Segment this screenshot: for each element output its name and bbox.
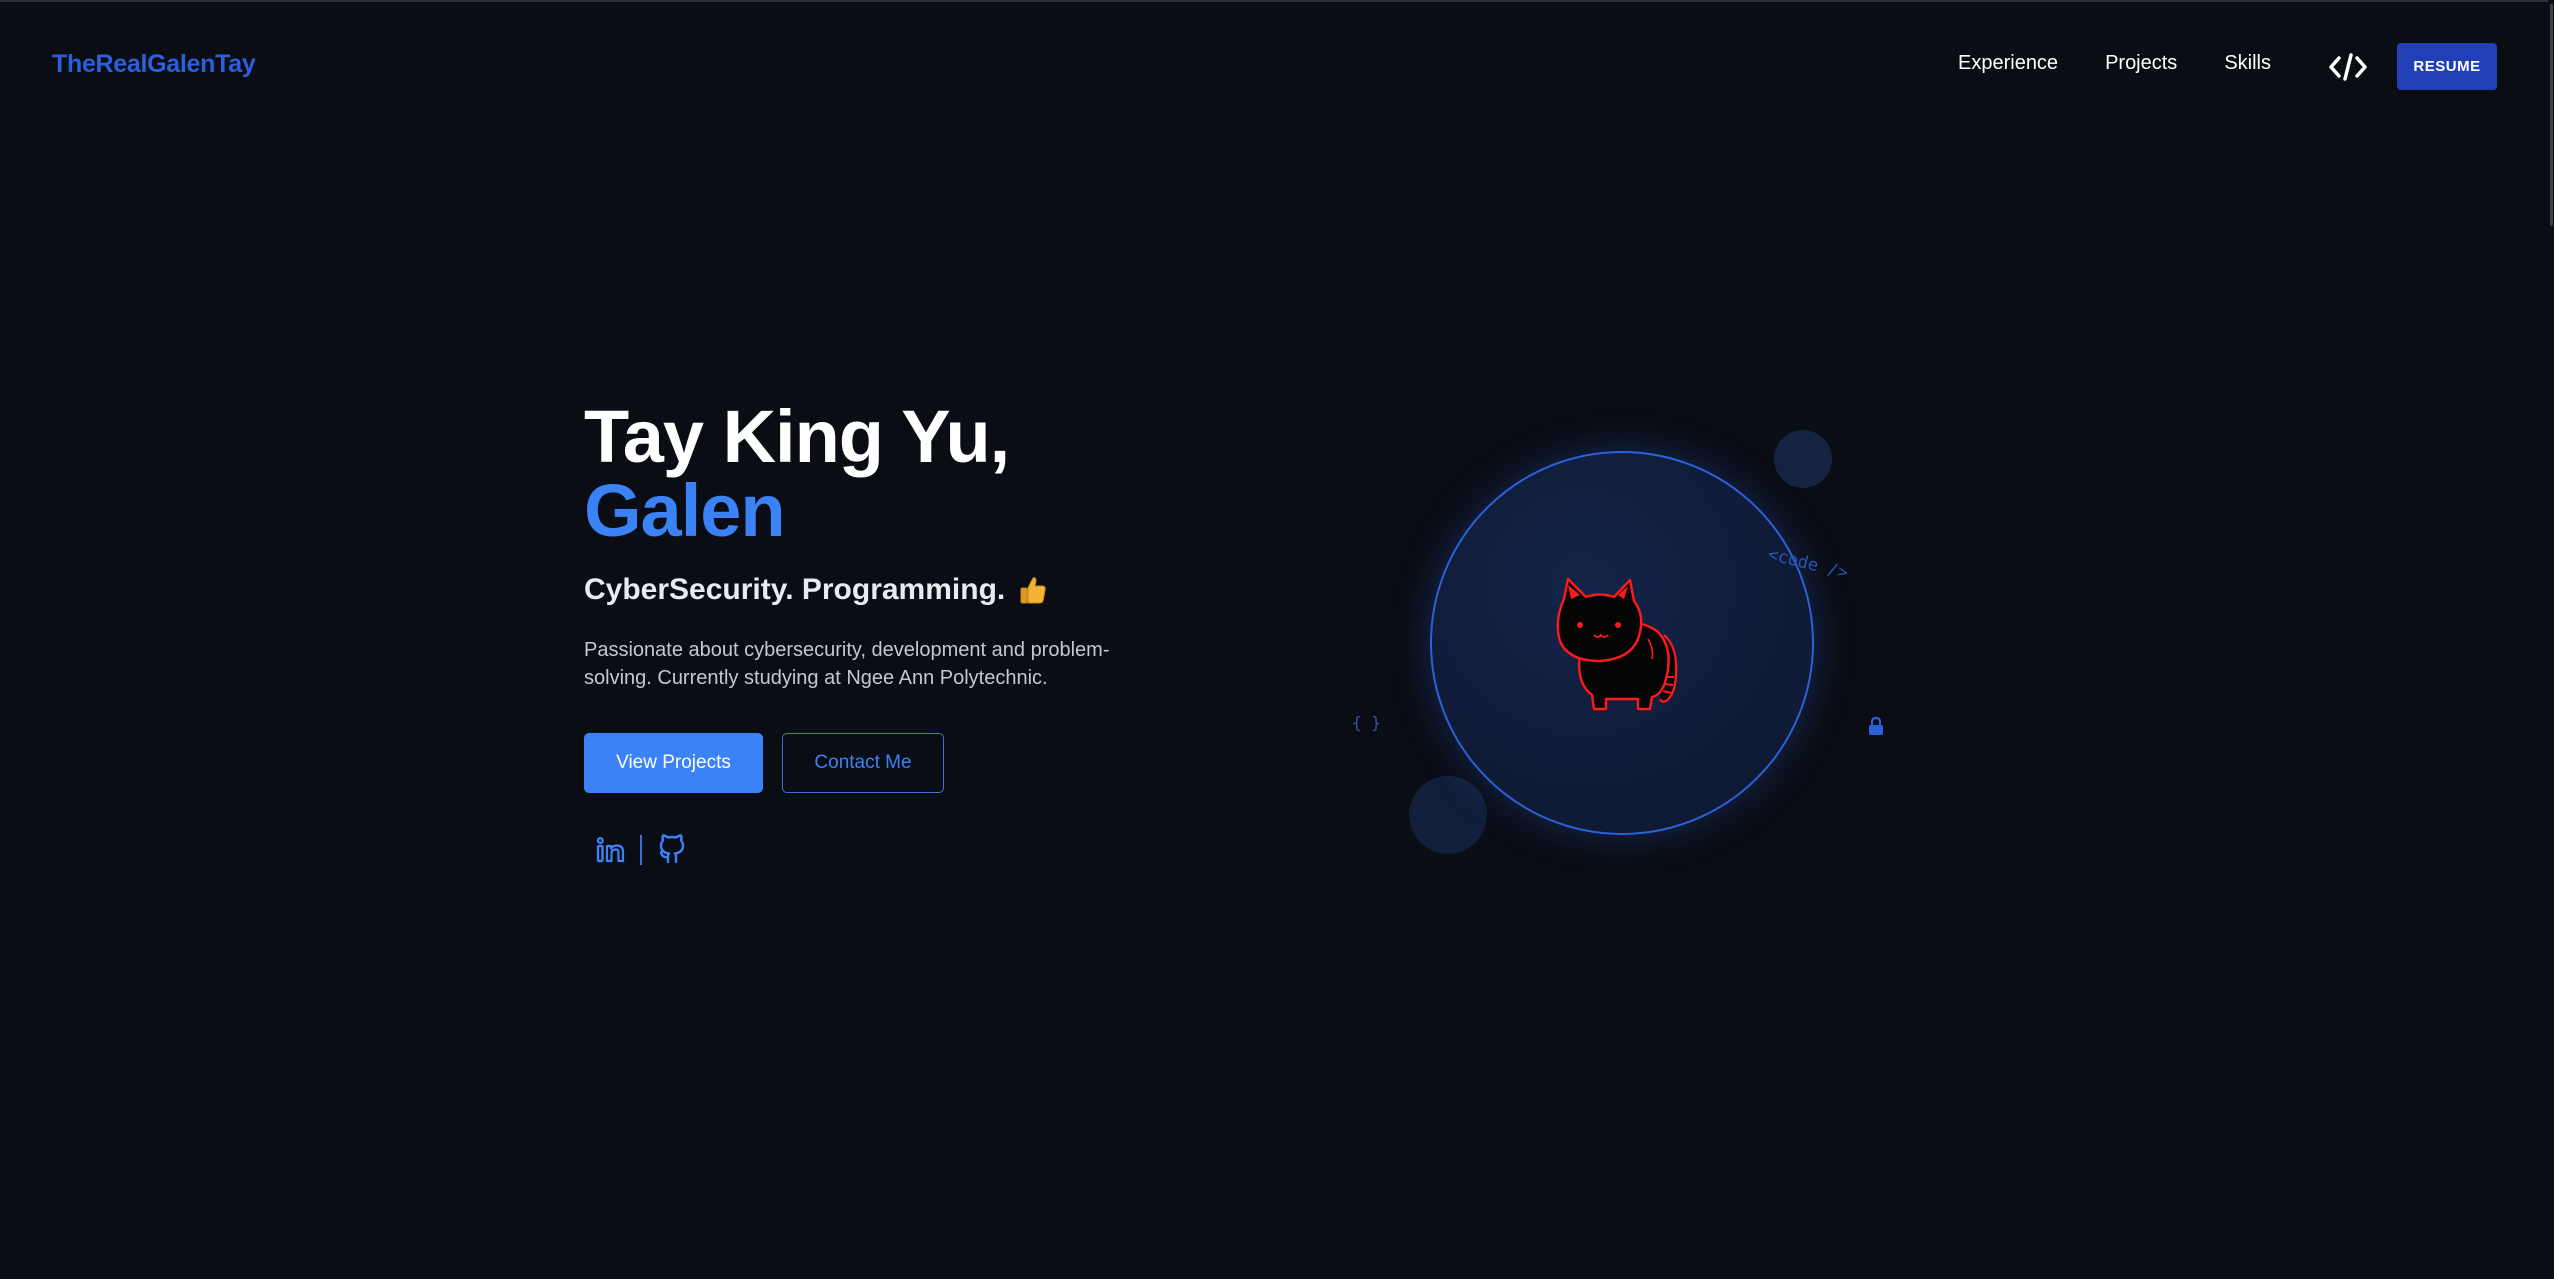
nav-links: Experience Projects Skills [1958,52,2271,75]
hero-tagline: CyberSecurity. Programming. [584,573,1184,607]
decor-orb-large [1409,776,1487,854]
hero-buttons: View Projects Contact Me [584,733,944,793]
hero-illustration: <code /> { } [1330,420,1930,880]
github-icon[interactable] [657,833,687,867]
scrollbar[interactable] [2548,0,2554,1279]
hero-text: Tay King Yu, Galen CyberSecurity. Progra… [584,400,1184,692]
hero-description: Passionate about cybersecurity, developm… [584,639,1110,689]
cat-icon [1556,577,1678,711]
social-divider [640,835,642,865]
decor-orb-small [1774,430,1832,488]
scrollbar-thumb[interactable] [2550,4,2553,226]
contact-me-button[interactable]: Contact Me [782,733,944,793]
navbar: TheRealGalenTay Experience Projects Skil… [0,0,2548,135]
lock-icon [1869,716,1883,735]
view-projects-button[interactable]: View Projects [584,733,763,793]
thumbs-up-emoji-icon [1020,577,1046,604]
hero-tagline-text: CyberSecurity. Programming. [584,573,1006,606]
social-links [596,833,687,867]
nav-link-skills[interactable]: Skills [2224,52,2271,75]
nav-link-projects[interactable]: Projects [2105,52,2177,75]
hero-name-highlight: Galen [584,469,786,552]
resume-button[interactable]: RESUME [2397,43,2497,90]
linkedin-icon[interactable] [596,833,626,867]
floating-braces-text: { } [1352,713,1381,732]
site-logo[interactable]: TheRealGalenTay [52,50,256,79]
code-brackets-icon[interactable] [2328,50,2368,84]
hero-name-primary: Tay King Yu, [584,395,1010,478]
nav-link-experience[interactable]: Experience [1958,52,2058,75]
